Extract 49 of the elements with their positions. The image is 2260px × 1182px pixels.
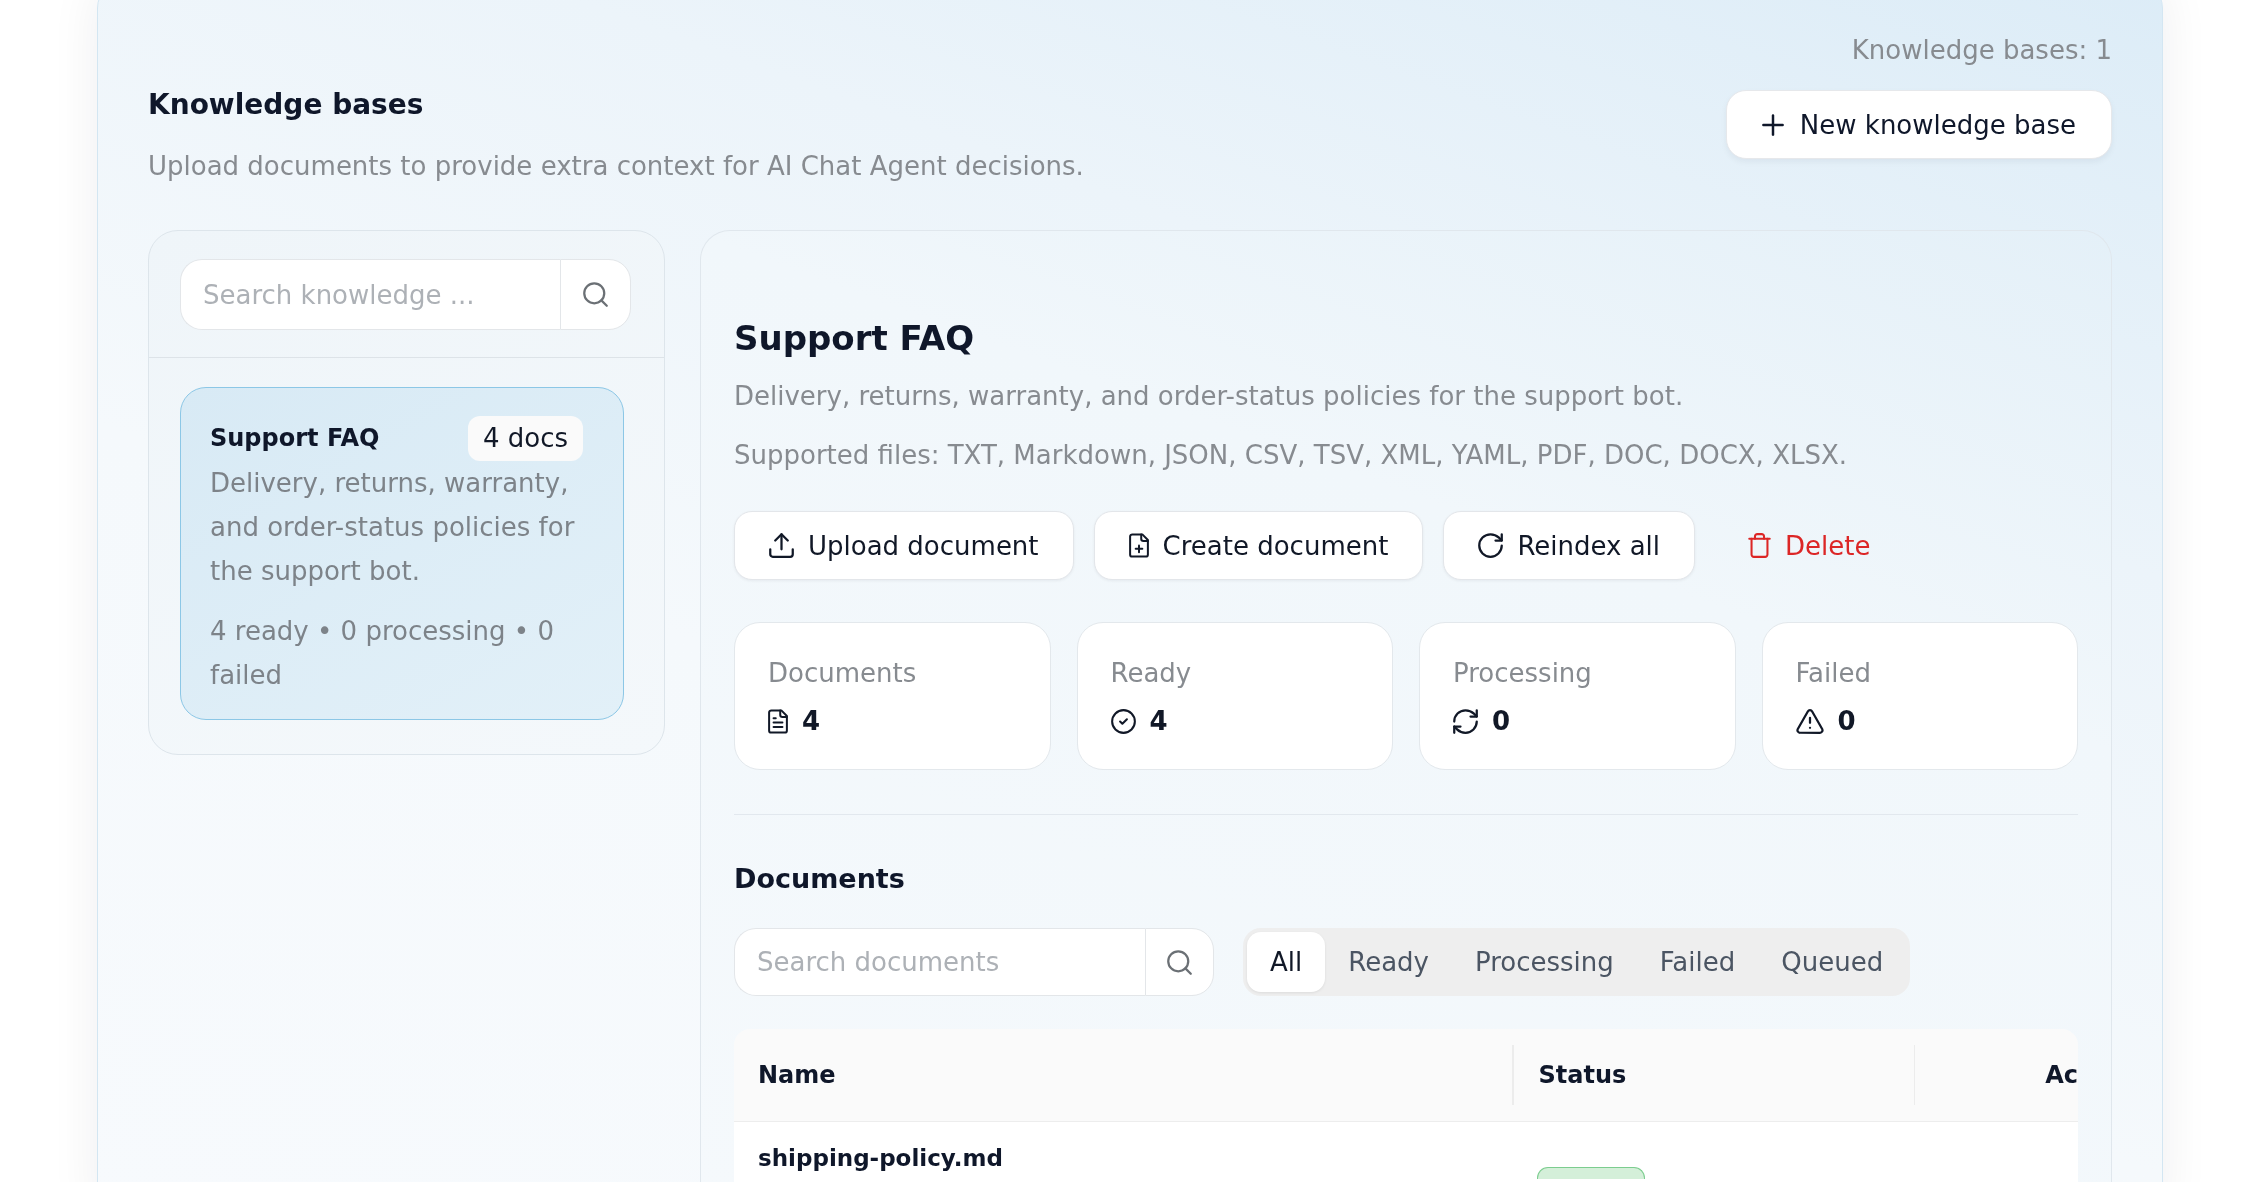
plus-icon [1761,113,1784,136]
doc-count-badge: 4 docs [467,415,583,461]
search-button[interactable] [1145,928,1214,996]
stat-label: Ready [1110,658,1193,689]
check-circle-icon [1110,708,1136,734]
warning-icon [1795,708,1824,734]
search-button[interactable] [560,259,631,330]
search-icon [1167,949,1192,975]
filter-tab[interactable]: Processing [1451,932,1637,992]
upload-icon [769,533,794,558]
knowledge-base-title: Support FAQ [734,317,976,359]
document-icon [768,708,788,734]
trash-icon [1748,533,1772,558]
refresh-icon [1453,708,1478,734]
search-icon [583,282,608,307]
delete-button[interactable]: Delete [1727,511,1892,580]
search-field[interactable]: Search knowledge ... [180,259,560,330]
stat-value: 0 [1492,706,1511,736]
filter-tab[interactable]: Queued [1758,932,1907,992]
filter-tab[interactable]: All [1247,932,1326,992]
reindex-button[interactable]: Reindex all [1443,511,1696,580]
upload-button[interactable]: Upload document [734,511,1074,580]
column-header: Ac [2045,1060,2078,1090]
stat-label: Failed [1795,658,1872,689]
item-status-summary: 4 ready • 0 processing • 0 failed [210,614,555,692]
stat-value: 4 [1149,706,1168,736]
stat-value: 0 [1837,706,1856,736]
column-header: Name [758,1060,836,1090]
knowledge-base-count: Knowledge bases: 1 [1851,35,2112,66]
page-title: Knowledge bases [148,88,425,122]
stat-value: 4 [802,706,821,736]
supported-files-text: Supported files: TXT, Markdown, JSON, CSV, TSV, XML, YAML, PDF, DOC, DOCX, XLSX. [734,440,1848,471]
item-description: Delivery, returns, warranty, and order-status policies for the support bot. [210,466,576,588]
rotate-arrow-icon [1478,533,1504,558]
search-field[interactable]: Search documents [734,928,1145,996]
documents-heading: Documents [734,862,906,896]
stat-label: Processing [1453,658,1593,689]
column-header: Status [1538,1060,1627,1090]
filter-tab[interactable]: Ready [1325,932,1452,992]
file-name: shipping-policy.md [758,1144,1003,1173]
filter-tab[interactable]: Failed [1636,932,1759,992]
stat-label: Documents [768,658,918,689]
knowledge-base-description: Delivery, returns, warranty, and order-status policies for the support bot. [734,381,1685,412]
knowledge-base-item[interactable]: Support FAQ 4 docs Delivery, returns, warranty, and order-status policies for the support bot. 4 ready • 0 processing • 0 failed [180,386,624,720]
new-knowledge-base-button[interactable]: New knowledge base [1725,90,2112,159]
create-document-button[interactable]: Create document [1093,511,1424,580]
file-plus-icon [1128,533,1149,558]
page-subtitle: Upload documents to provide extra context for AI Chat Agent decisions. [148,151,1084,182]
item-title: Support FAQ [210,422,380,454]
